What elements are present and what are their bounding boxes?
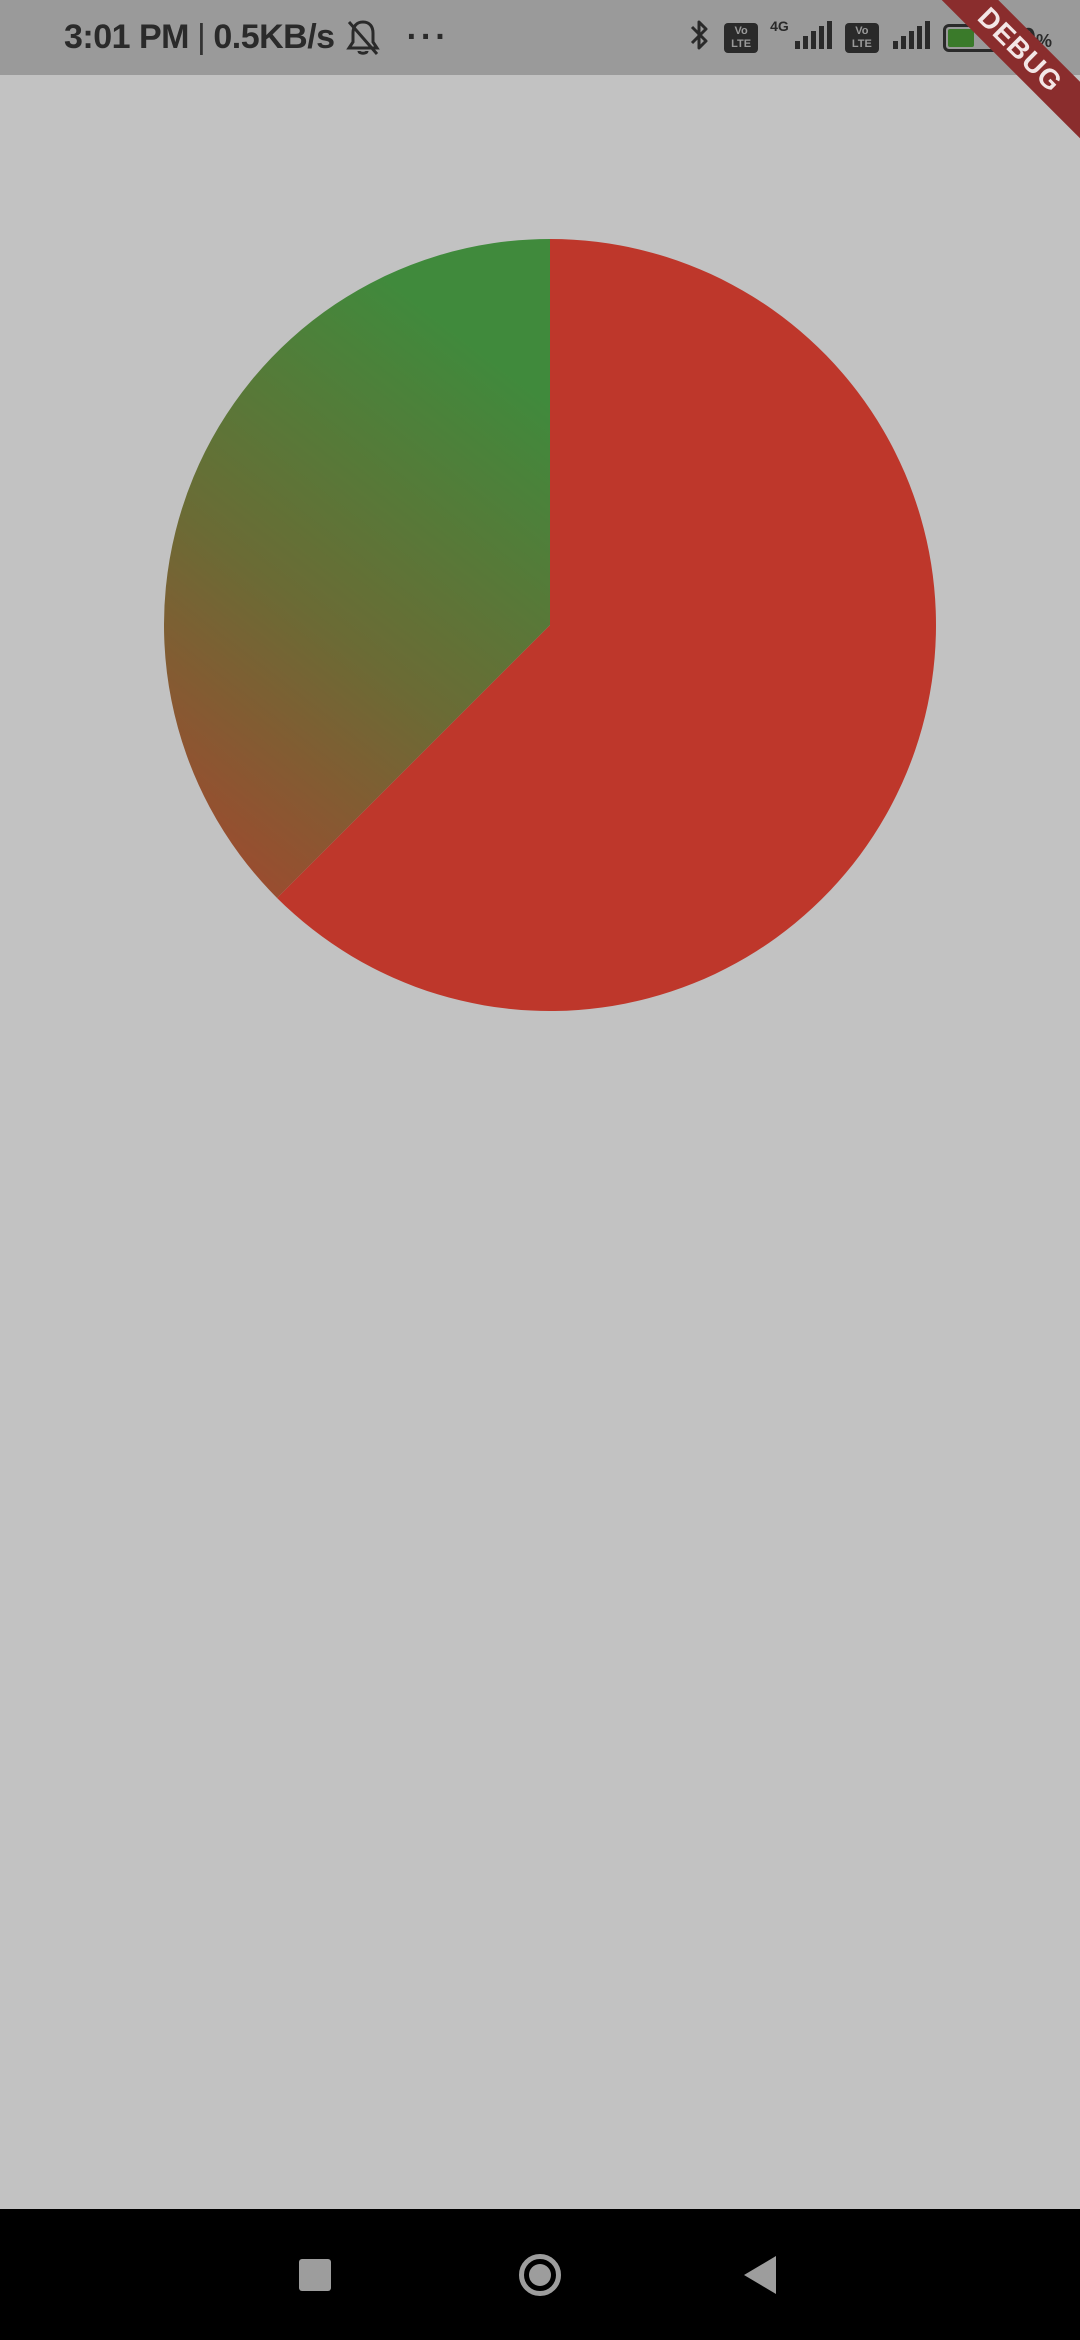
volte-label-bottom: LTE	[731, 37, 752, 50]
status-time: 3:01 PM	[64, 18, 190, 56]
volte-label-top-2: Vo	[855, 24, 869, 37]
signal-icon-2	[891, 19, 931, 56]
recents-icon	[299, 2258, 331, 2291]
home-icon	[519, 2253, 561, 2296]
back-icon	[744, 2255, 776, 2294]
pie-chart-svg	[164, 239, 936, 1011]
volte-icon-2: Vo LTE	[844, 22, 879, 53]
volte-label-top: Vo	[734, 24, 748, 37]
bluetooth-icon	[688, 17, 712, 58]
volte-icon: Vo LTE	[724, 22, 759, 53]
bell-off-icon	[345, 18, 381, 58]
signal-icon	[793, 19, 833, 56]
network-type-label: 4G	[770, 17, 789, 34]
recents-button[interactable]	[265, 2209, 365, 2340]
back-button[interactable]	[710, 2209, 810, 2340]
network-speed: 0.5KB/s	[213, 18, 335, 56]
battery-fill	[947, 28, 974, 47]
more-notifications-icon: ···	[406, 18, 450, 56]
status-left: 3:01 PM | 0.5KB/s ···	[64, 0, 450, 75]
volte-label-bottom-2: LTE	[851, 37, 872, 50]
home-button[interactable]	[490, 2209, 590, 2340]
pie-chart	[164, 239, 936, 1011]
app-screen: 3:01 PM | 0.5KB/s ··· Vo LTE 4G Vo LTE %…	[0, 0, 1080, 2340]
navigation-bar	[0, 2209, 1080, 2340]
status-separator: |	[197, 18, 206, 56]
status-bar: 3:01 PM | 0.5KB/s ··· Vo LTE 4G Vo LTE %…	[0, 0, 1080, 149]
